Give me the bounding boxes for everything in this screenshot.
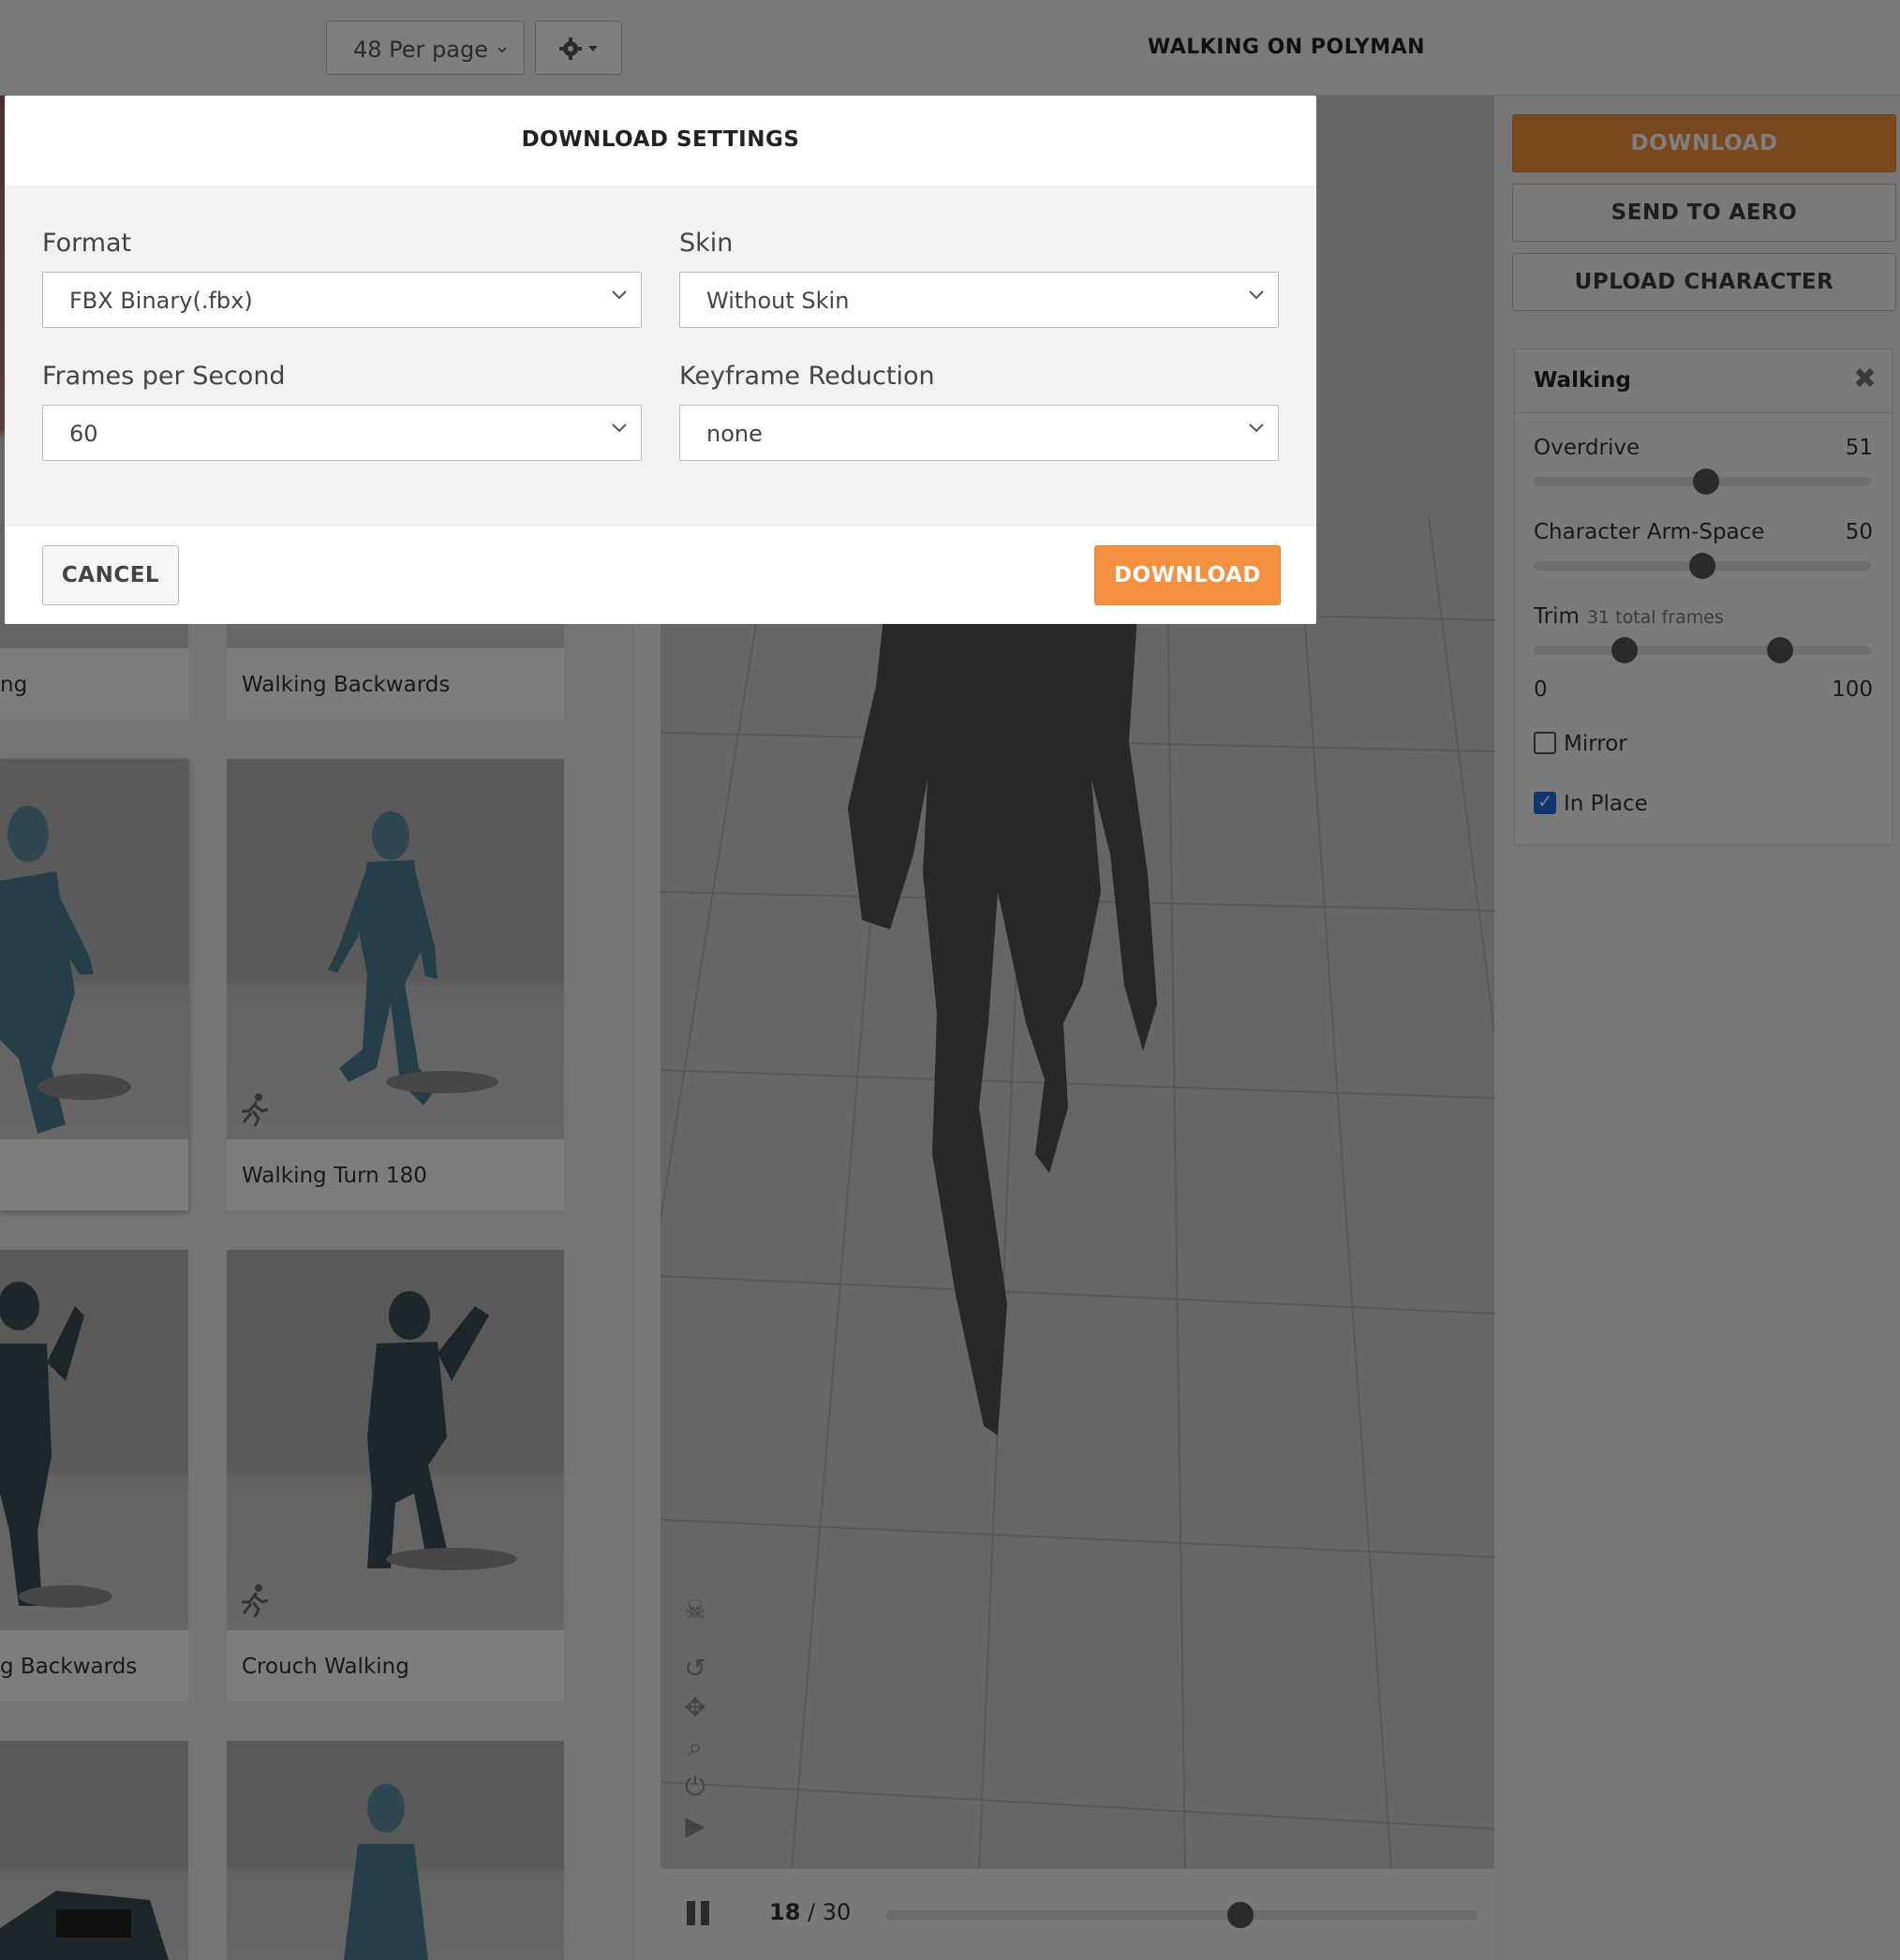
cancel-button[interactable]: CANCEL bbox=[42, 545, 179, 605]
fps-value: 60 bbox=[69, 421, 98, 447]
keyframe-reduction-select[interactable]: none bbox=[679, 405, 1279, 461]
chevron-down-icon bbox=[1249, 423, 1264, 433]
chevron-down-icon bbox=[612, 423, 627, 433]
skin-select[interactable]: Without Skin bbox=[679, 272, 1279, 328]
format-select[interactable]: FBX Binary(.fbx) bbox=[42, 272, 642, 328]
skin-label: Skin bbox=[679, 229, 734, 258]
fps-label: Frames per Second bbox=[42, 362, 286, 391]
chevron-down-icon bbox=[1249, 290, 1264, 300]
format-label: Format bbox=[42, 229, 132, 258]
download-settings-dialog: DOWNLOAD SETTINGS Format FBX Binary(.fbx… bbox=[5, 96, 1316, 624]
chevron-down-icon bbox=[612, 290, 627, 300]
fps-select[interactable]: 60 bbox=[42, 405, 642, 461]
format-value: FBX Binary(.fbx) bbox=[69, 288, 253, 314]
keyframe-reduction-label: Keyframe Reduction bbox=[679, 362, 935, 391]
keyframe-reduction-value: none bbox=[706, 421, 763, 447]
skin-value: Without Skin bbox=[706, 288, 850, 314]
dialog-title: DOWNLOAD SETTINGS bbox=[521, 127, 800, 152]
dialog-body: Format FBX Binary(.fbx) Skin Without Ski… bbox=[5, 186, 1316, 527]
confirm-download-button[interactable]: DOWNLOAD bbox=[1094, 545, 1281, 605]
